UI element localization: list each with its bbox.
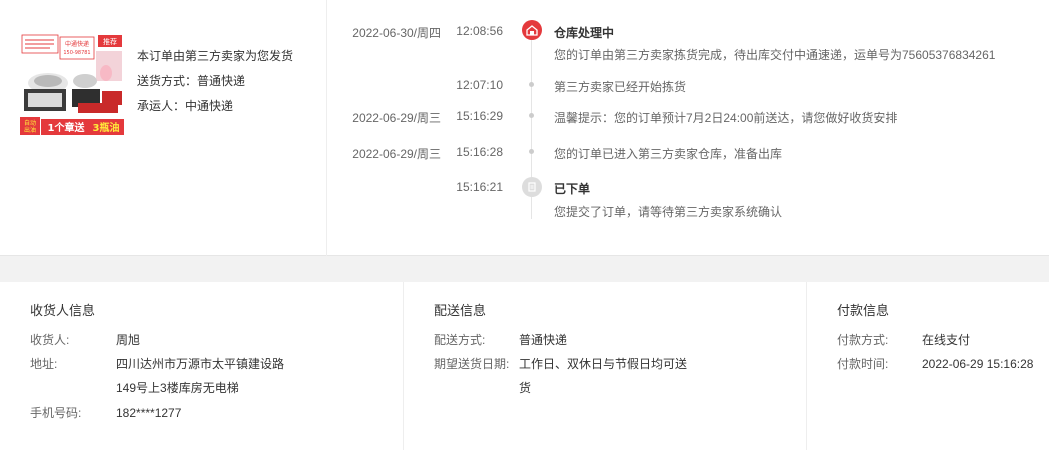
promo-text-a: 1个章送 [48, 121, 86, 134]
order-info-card: 收货人信息 收货人: 周旭 地址: 四川达州市万源市太平镇建设路 149号上3楼库房… [0, 282, 1049, 450]
timeline-date: 2022-06-29/周三 [352, 111, 441, 125]
receiver-phone-value: 182****1277 [116, 406, 182, 420]
payment-info-title: 付款信息 [837, 303, 890, 318]
product-image: 中通快递 150-98781 推荐 自动 出油 1个章送 3瓶油 [20, 33, 124, 135]
delivery-info-title: 配送信息 [434, 303, 487, 318]
recommend-tag: 推荐 [103, 37, 117, 46]
delivery-method-note: 送货方式：普通快递 [137, 74, 246, 88]
product-thumbnail[interactable]: 中通快递 150-98781 推荐 自动 出油 1个章送 3瓶油 [20, 33, 124, 135]
delivery-date-label: 期望送货日期: [434, 357, 510, 371]
express-tag-text: 中通快递 [65, 40, 89, 48]
receiver-info-title: 收货人信息 [30, 303, 96, 318]
payment-info-section: 付款信息 付款方式: 在线支付 付款时间: 2022-06-29 15:16:28 [806, 282, 1049, 450]
seller-info: 本订单由第三方卖家为您发货 送货方式：普通快递 承运人：中通快递 [137, 44, 293, 119]
warehouse-icon [522, 20, 542, 40]
timeline-title: 仓库处理中 [554, 26, 615, 40]
timeline-date: 2022-06-29/周三 [352, 147, 441, 161]
delivery-date-value: 工作日、双休日与节假日均可送 [519, 357, 688, 371]
timeline-text: 温馨提示：您的订单预计7月2日24:00前送达，请您做好收货安排 [554, 111, 898, 125]
timeline-time: 15:16:29 [456, 109, 503, 123]
timeline-date: 2022-06-30/周四 [352, 26, 441, 40]
timeline-line-tail [531, 197, 532, 219]
payment-time-value: 2022-06-29 15:16:28 [922, 357, 1034, 371]
order-tracking-card: 中通快递 150-98781 推荐 自动 出油 1个章送 3瓶油 本订单由第三方… [0, 0, 1049, 256]
seller-panel: 中通快递 150-98781 推荐 自动 出油 1个章送 3瓶油 本订单由第三方… [0, 0, 327, 256]
receiver-address-row: 地址: 四川达州市万源市太平镇建设路 [30, 355, 284, 372]
receiver-address-line2: 149号上3楼库房无电梯 [116, 381, 239, 395]
timeline-time: 15:16:28 [456, 145, 503, 159]
timeline-text: 第三方卖家已经开始拣货 [554, 80, 687, 94]
promo-text-b: 3瓶油 [93, 121, 120, 134]
delivery-method-row: 配送方式: 普通快递 [434, 331, 567, 348]
payment-time-label: 付款时间: [837, 357, 889, 371]
delivery-method-label: 配送方式: [434, 333, 486, 347]
timeline-text: 您的订单已进入第三方卖家仓库，准备出库 [554, 147, 783, 161]
delivery-info-section: 配送信息 配送方式: 普通快递 期望送货日期: 工作日、双休日与节假日均可送 货 [403, 282, 807, 450]
timeline-title: 已下单 [554, 182, 591, 196]
receiver-name-value: 周旭 [116, 333, 141, 347]
carrier-note: 承运人：中通快递 [137, 99, 234, 113]
order-placed-icon [522, 177, 542, 197]
tracking-timeline: 2022-06-30/周四 12:08:56 仓库处理中 您的订单由第三方卖家拣… [327, 0, 1049, 256]
timeline-text: 您的订单由第三方卖家拣货完成，待出库交付中通速递，运单号为75605376834… [554, 48, 996, 62]
express-num-text: 150-98781 [63, 50, 90, 56]
receiver-name-label: 收货人: [30, 333, 70, 347]
receiver-address-label: 地址: [30, 357, 58, 371]
timeline-dot [529, 149, 534, 154]
timeline-dot [529, 113, 534, 118]
timeline-dot [529, 82, 534, 87]
receiver-name-row: 收货人: 周旭 [30, 331, 140, 348]
timeline-time: 12:08:56 [456, 24, 503, 38]
receiver-phone-row: 手机号码: 182****1277 [30, 404, 181, 421]
payment-time-row: 付款时间: 2022-06-29 15:16:28 [837, 355, 1033, 372]
delivery-date-row: 期望送货日期: 工作日、双休日与节假日均可送 [434, 355, 687, 372]
auto-badge-2: 出油 [24, 126, 36, 134]
timeline-line [531, 40, 532, 180]
payment-method-value: 在线支付 [922, 333, 971, 347]
delivery-method-value: 普通快递 [519, 333, 568, 347]
payment-method-label: 付款方式: [837, 333, 889, 347]
payment-method-row: 付款方式: 在线支付 [837, 331, 970, 348]
seller-note: 本订单由第三方卖家为您发货 [137, 49, 294, 63]
receiver-info-section: 收货人信息 收货人: 周旭 地址: 四川达州市万源市太平镇建设路 149号上3楼库房… [0, 282, 404, 450]
receiver-phone-label: 手机号码: [30, 406, 82, 420]
auto-badge-1: 自动 [24, 119, 36, 127]
timeline-time: 12:07:10 [456, 78, 503, 92]
timeline-text: 您提交了订单，请等待第三方卖家系统确认 [554, 205, 783, 219]
receiver-address-value: 四川达州市万源市太平镇建设路 [116, 357, 285, 371]
delivery-date-line2: 货 [519, 381, 532, 395]
timeline-time: 15:16:21 [456, 180, 503, 194]
